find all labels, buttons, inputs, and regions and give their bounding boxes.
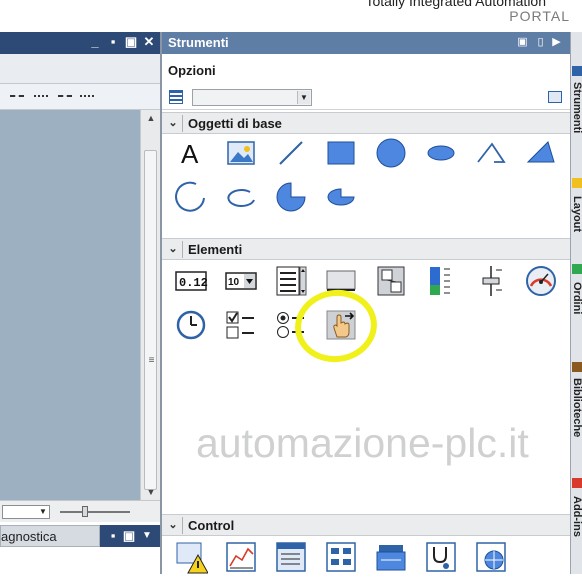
elliptical-segment-tool-icon[interactable] (324, 180, 358, 214)
restore-icon[interactable]: ▪ (106, 35, 120, 49)
chevron-down-icon[interactable]: ⌄ (166, 517, 180, 533)
section-label: Control (188, 518, 235, 533)
options-bar: ▼ (162, 84, 570, 110)
scroll-up-icon[interactable]: ▲ (145, 112, 157, 124)
tab-add-ins[interactable]: Add-ins (571, 496, 582, 574)
scrollbar-thumb[interactable]: ≡ (144, 150, 157, 490)
svg-text:A: A (181, 139, 199, 169)
section-control[interactable]: ⌄ Control (162, 514, 570, 536)
editor-toolbar (0, 84, 160, 110)
tasks-tab-icon (572, 264, 582, 274)
bar-tool-icon[interactable] (424, 264, 458, 298)
recipe-view-tool-icon[interactable] (324, 540, 358, 574)
checkbox-tool-icon[interactable] (224, 308, 258, 342)
panel-view-icon[interactable] (548, 91, 562, 103)
line-dotted-icon[interactable] (34, 95, 48, 98)
polygon-tool-icon[interactable] (524, 136, 558, 170)
chevron-down-icon[interactable]: ▼ (297, 91, 310, 104)
inspector-titlebar: ▪ ▣ ▼ (100, 525, 160, 547)
tab-strumenti[interactable]: Strumenti (571, 82, 582, 182)
ellipse-tool-icon[interactable] (424, 136, 458, 170)
section-basic-objects[interactable]: ⌄ Oggetti di base (162, 112, 570, 134)
tools-tab-icon (572, 66, 582, 76)
zoom-slider-track[interactable] (60, 511, 130, 513)
user-view-tool-icon[interactable] (274, 540, 308, 574)
rectangle-tool-icon[interactable] (324, 136, 358, 170)
tools-panel: Strumenti ▣ ▯ ▶ Opzioni ▼ ⌄ Oggetti di b… (160, 32, 570, 574)
divider (182, 115, 183, 132)
chevron-right-icon[interactable]: ▶ (550, 36, 563, 49)
addins-tab-icon (572, 478, 582, 488)
maximize-icon[interactable]: ▣ (124, 35, 138, 49)
zoom-slider-handle[interactable] (82, 506, 88, 517)
section-label: Oggetti di base (188, 116, 282, 131)
slider-tool-icon[interactable] (474, 264, 508, 298)
line-style-icon[interactable] (10, 95, 24, 98)
line-tool-icon[interactable] (274, 136, 308, 170)
arc-tool-icon[interactable] (174, 180, 208, 214)
web-browser-tool-icon[interactable] (474, 540, 508, 574)
tab-diagnostica[interactable]: agnostica (0, 525, 100, 547)
io-field-tool-icon[interactable]: 0.12 (174, 264, 208, 298)
data-view-tool-icon[interactable] (374, 540, 408, 574)
tab-ordini[interactable]: Ordini (571, 282, 582, 352)
restore-icon[interactable]: ▪ (106, 529, 120, 543)
watermark-text: automazione-plc.it (196, 420, 529, 466)
clock-tool-icon[interactable] (174, 308, 208, 342)
svg-text:10: 10 (228, 277, 240, 288)
options-select[interactable]: ▼ (192, 89, 312, 106)
line-dashdotdot-icon[interactable] (80, 95, 94, 98)
polyline-tool-icon[interactable] (474, 136, 508, 170)
scroll-down-icon[interactable]: ▼ (145, 486, 157, 498)
trend-view-tool-icon[interactable] (224, 540, 258, 574)
grip-icon: ≡ (148, 355, 155, 366)
chevron-down-icon[interactable]: ⌄ (166, 115, 180, 131)
brand-portal: PORTAL (509, 8, 570, 24)
minimize-icon[interactable]: _ (88, 35, 102, 49)
chevron-down-icon[interactable]: ▼ (140, 529, 154, 543)
screen-canvas[interactable] (0, 110, 140, 500)
line-dashdot-icon[interactable] (58, 95, 72, 98)
circle-segment-tool-icon[interactable] (274, 180, 308, 214)
tools-panel-title: Strumenti (162, 32, 570, 54)
portal-brand: Totally Integrated Automation PORTAL (160, 0, 582, 32)
tab-biblioteche[interactable]: Biblioteche (571, 378, 582, 478)
zoom-bar: ▼ (0, 500, 160, 522)
gauge-tool-icon[interactable] (524, 264, 558, 298)
zoom-select[interactable]: ▼ (2, 505, 50, 519)
elliptical-arc-tool-icon[interactable] (224, 180, 258, 214)
svg-text:0.12: 0.12 (179, 276, 208, 290)
divider (182, 517, 183, 534)
alarm-view-tool-icon[interactable] (174, 540, 209, 574)
task-cards-strip: Strumenti Layout Ordini Biblioteche Add-… (570, 32, 582, 574)
switch-tool-icon[interactable] (374, 264, 408, 298)
chevron-down-icon[interactable]: ▼ (37, 506, 49, 518)
divider (182, 241, 183, 258)
editor-titlebar: _ ▪ ▣ ✕ (0, 32, 160, 54)
editor-subbar (0, 54, 160, 84)
float-icon[interactable]: ▣ (516, 36, 529, 49)
top-left-area (0, 0, 160, 32)
canvas-vertical-scrollbar[interactable]: ▲ ≡ ▼ (140, 110, 160, 500)
layout-tab-icon (572, 178, 582, 188)
options-label: Opzioni (168, 63, 216, 78)
libraries-tab-icon (572, 362, 582, 372)
table-view-icon[interactable] (169, 90, 183, 104)
symbolic-io-field-tool-icon[interactable]: 10 (224, 264, 258, 298)
close-icon[interactable]: ✕ (142, 35, 156, 49)
section-elements[interactable]: ⌄ Elementi (162, 238, 570, 260)
circle-tool-icon[interactable] (374, 136, 408, 170)
graphic-view-tool-icon[interactable] (224, 136, 258, 170)
tab-layout[interactable]: Layout (571, 196, 582, 266)
section-label: Elementi (188, 242, 243, 257)
chevron-down-icon[interactable]: ⌄ (166, 241, 180, 257)
pin-icon[interactable]: ▯ (534, 36, 547, 49)
list-tool-icon[interactable] (274, 264, 308, 298)
text-tool-icon[interactable]: A (172, 136, 206, 170)
diagnostics-view-tool-icon[interactable] (424, 540, 458, 574)
maximize-icon[interactable]: ▣ (122, 529, 136, 543)
inspector-tabs: agnostica ▪ ▣ ▼ (0, 522, 160, 574)
